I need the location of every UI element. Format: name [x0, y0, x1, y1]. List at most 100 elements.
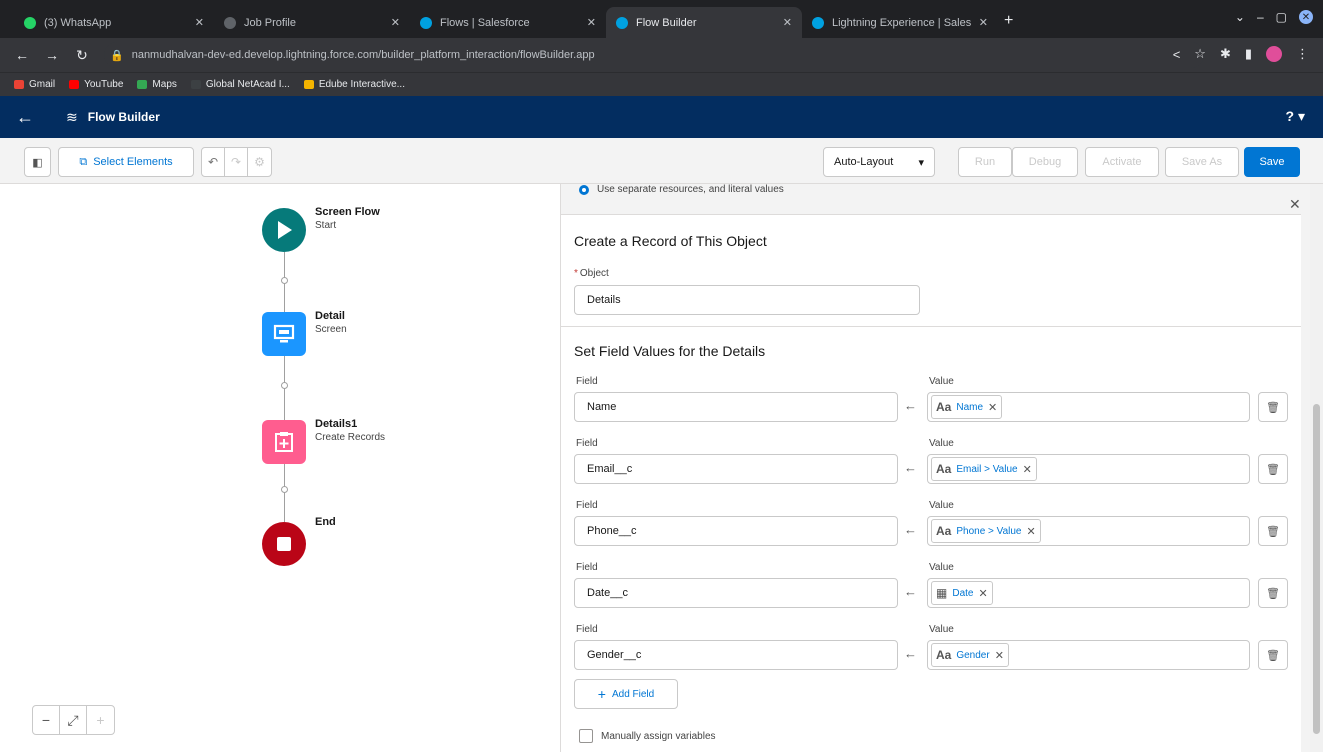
- panel-scrollbar[interactable]: [1310, 184, 1323, 752]
- new-tab-button[interactable]: +: [1004, 12, 1013, 30]
- resource-pill[interactable]: Aa Gender ✕: [931, 643, 1009, 667]
- maximize-icon[interactable]: ▢: [1276, 10, 1287, 24]
- layout-mode-select[interactable]: Auto-Layout ▾: [823, 147, 935, 177]
- toggle-toolbox-button[interactable]: ◧: [24, 147, 51, 177]
- bookmark-label: Maps: [152, 79, 177, 90]
- delete-row-button[interactable]: 🗑: [1258, 578, 1288, 608]
- pill-label: Phone > Value: [956, 525, 1022, 537]
- zoom-in-button[interactable]: +: [87, 706, 114, 734]
- field-picker[interactable]: Date__c: [574, 578, 898, 608]
- bookmark-youtube[interactable]: YouTube: [69, 79, 123, 90]
- youtube-icon: [69, 80, 80, 89]
- bookmark-gmail[interactable]: Gmail: [14, 79, 55, 90]
- object-field[interactable]: Details: [574, 285, 920, 315]
- extensions-icon[interactable]: ✱: [1220, 46, 1231, 62]
- zoom-out-button[interactable]: −: [33, 706, 60, 734]
- tab-label: Flow Builder: [636, 16, 697, 29]
- url-field[interactable]: 🔒 nanmudhalvan-dev-ed.develop.lightning.…: [104, 42, 1204, 68]
- manual-assign-checkbox[interactable]: Manually assign variables: [579, 729, 716, 743]
- close-icon[interactable]: ✕: [783, 16, 792, 29]
- remove-icon[interactable]: ✕: [978, 587, 987, 600]
- browser-tab-lightning[interactable]: Lightning Experience | Sales ✕: [802, 7, 998, 38]
- delete-row-button[interactable]: 🗑: [1258, 516, 1288, 546]
- star-icon[interactable]: ☆: [1194, 46, 1206, 62]
- activate-button[interactable]: Activate: [1085, 147, 1159, 177]
- help-menu-button[interactable]: ? ▾: [1286, 108, 1305, 125]
- select-elements-button[interactable]: ⧉ Select Elements: [58, 147, 194, 177]
- resource-pill[interactable]: Aa Name ✕: [931, 395, 1003, 419]
- value-picker[interactable]: Aa Gender ✕: [927, 640, 1250, 670]
- field-picker[interactable]: Name: [574, 392, 898, 422]
- browser-tab-job-profile[interactable]: Job Profile ✕: [214, 7, 410, 38]
- node-title: End: [315, 516, 336, 528]
- edube-icon: [303, 80, 314, 89]
- debug-button[interactable]: Debug: [1012, 147, 1078, 177]
- element-property-panel: Use separate resources, and literal valu…: [560, 184, 1310, 752]
- close-icon[interactable]: ✕: [195, 16, 204, 29]
- value-picker[interactable]: Aa Name ✕: [927, 392, 1250, 422]
- salesforce-icon: [420, 16, 432, 29]
- sidepanel-icon[interactable]: ▮: [1245, 46, 1252, 62]
- save-button[interactable]: Save: [1244, 147, 1300, 177]
- delete-row-button[interactable]: 🗑: [1258, 454, 1288, 484]
- arrow-left-icon: ←: [904, 646, 917, 661]
- screen-node[interactable]: [262, 312, 306, 356]
- close-window-icon[interactable]: ✕: [1299, 10, 1313, 24]
- properties-button[interactable]: ⚙: [248, 148, 271, 176]
- field-picker[interactable]: Gender__c: [574, 640, 898, 670]
- bookmark-edube[interactable]: Edube Interactive...: [303, 79, 405, 90]
- bookmark-netacad[interactable]: Global NetAcad I...: [190, 79, 290, 90]
- redo-button[interactable]: ↷: [225, 148, 248, 176]
- create-records-node[interactable]: [262, 420, 306, 464]
- remove-icon[interactable]: ✕: [1023, 463, 1032, 476]
- field-picker[interactable]: Phone__c: [574, 516, 898, 546]
- back-arrow-icon[interactable]: ←: [14, 47, 30, 63]
- undo-button[interactable]: ↶: [202, 148, 225, 176]
- add-field-button[interactable]: + Add Field: [574, 679, 678, 709]
- resource-pill[interactable]: ▦ Date ✕: [931, 581, 993, 605]
- share-icon[interactable]: <: [1173, 47, 1181, 62]
- value-picker[interactable]: Aa Phone > Value ✕: [927, 516, 1250, 546]
- resource-pill[interactable]: Aa Phone > Value ✕: [931, 519, 1041, 543]
- salesforce-icon: [812, 16, 824, 29]
- close-icon[interactable]: ✕: [391, 16, 400, 29]
- remove-icon[interactable]: ✕: [988, 401, 997, 414]
- add-element-connector[interactable]: [281, 277, 288, 284]
- browser-tab-flow-builder[interactable]: Flow Builder ✕: [606, 7, 802, 38]
- bookmark-maps[interactable]: Maps: [137, 79, 177, 90]
- object-label: * Object: [574, 268, 609, 279]
- run-button[interactable]: Run: [958, 147, 1012, 177]
- tab-search-icon[interactable]: ⌄: [1235, 10, 1245, 24]
- field-header: Field: [576, 624, 598, 635]
- add-element-connector[interactable]: [281, 382, 288, 389]
- value-picker[interactable]: Aa Email > Value ✕: [927, 454, 1250, 484]
- remove-icon[interactable]: ✕: [1027, 525, 1036, 538]
- resource-pill[interactable]: Aa Email > Value ✕: [931, 457, 1037, 481]
- browser-tab-whatsapp[interactable]: (3) WhatsApp ✕: [14, 7, 214, 38]
- start-node[interactable]: [262, 208, 306, 252]
- close-icon[interactable]: ✕: [979, 16, 988, 29]
- save-as-button[interactable]: Save As: [1165, 147, 1239, 177]
- fit-view-button[interactable]: ⤢: [60, 706, 87, 734]
- remove-icon[interactable]: ✕: [995, 649, 1004, 662]
- value-picker[interactable]: ▦ Date ✕: [927, 578, 1250, 608]
- flow-canvas[interactable]: Screen Flow Start Detail Screen Details1…: [0, 184, 560, 752]
- profile-avatar-icon[interactable]: [1266, 46, 1282, 62]
- close-icon[interactable]: ✕: [587, 16, 596, 29]
- reload-icon[interactable]: ↻: [74, 47, 90, 64]
- menu-icon[interactable]: ⋮: [1296, 46, 1309, 62]
- scrollbar-thumb[interactable]: [1313, 404, 1320, 734]
- delete-row-button[interactable]: 🗑: [1258, 392, 1288, 422]
- resource-option-radio[interactable]: Use separate resources, and literal valu…: [579, 184, 784, 195]
- delete-row-button[interactable]: 🗑: [1258, 640, 1288, 670]
- trash-icon: 🗑: [1266, 649, 1280, 662]
- add-element-connector[interactable]: [281, 486, 288, 493]
- field-picker[interactable]: Email__c: [574, 454, 898, 484]
- browser-tab-flows[interactable]: Flows | Salesforce ✕: [410, 7, 606, 38]
- close-panel-icon[interactable]: ✕: [1289, 196, 1301, 213]
- back-arrow-icon[interactable]: ←: [16, 107, 40, 128]
- value-header: Value: [929, 500, 954, 511]
- forward-arrow-icon[interactable]: →: [44, 47, 60, 63]
- minimize-icon[interactable]: –: [1257, 10, 1264, 24]
- end-node[interactable]: [262, 522, 306, 566]
